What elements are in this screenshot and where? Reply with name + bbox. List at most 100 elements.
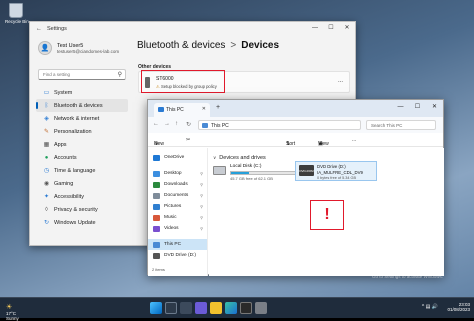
task-view-icon[interactable] (180, 302, 192, 314)
nav-pane-item-videos[interactable]: Videos ⚲ (148, 223, 207, 234)
more-options-button[interactable]: ... (338, 78, 343, 84)
pin-icon: ⚲ (200, 193, 203, 198)
tab-close-icon[interactable]: ✕ (202, 106, 206, 112)
recycle-bin-icon (9, 3, 23, 18)
globe-clock-icon: ◷ (43, 168, 50, 174)
sidebar-item-label: System (54, 89, 73, 96)
sidebar-item-accounts[interactable]: ● Accounts (36, 151, 128, 164)
refresh-button[interactable]: ↻ (186, 121, 191, 128)
maximize-button[interactable]: ☐ (323, 22, 339, 34)
weather-desc: Sunny (6, 316, 19, 321)
folder-icon (153, 214, 160, 221)
explorer-maximize-button[interactable]: ☐ (409, 100, 426, 114)
taskbar: ☀ 17°C Sunny ^ ▤ 🔊 23:03 01/08/2023 (0, 297, 474, 321)
content-pane: ∨ Devices and drives Local Disk (C:) 45.7… (209, 148, 444, 276)
sidebar-item-windows-update[interactable]: ↻ Windows Update (36, 216, 128, 229)
activation-watermark: Activate Windows Go to Settings to activ… (372, 267, 443, 279)
nav-pane-item-desktop[interactable]: Desktop ⚲ (148, 168, 207, 179)
explorer-minimize-button[interactable]: — (392, 100, 409, 114)
shield-icon: ◊ (45, 206, 48, 213)
tab-this-pc[interactable]: This PC ✕ (154, 103, 210, 117)
nav-pane-item-music[interactable]: Music ⚲ (148, 212, 207, 223)
sidebar-item-privacy-security[interactable]: ◊ Privacy & security (36, 203, 128, 216)
sidebar-item-bluetooth-devices[interactable]: ᛒ Bluetooth & devices (36, 99, 128, 112)
sidebar-item-label: Windows Update (54, 219, 96, 226)
nav-pane-item-onedrive[interactable]: OneDrive (148, 152, 207, 163)
clock-date: 01/08/2023 (447, 307, 470, 312)
back-arrow-icon[interactable]: ← (36, 26, 42, 32)
sidebar-item-system[interactable]: ▭ System (36, 86, 128, 99)
navigation-pane: OneDrive Desktop ⚲ Downloads ⚲ Documents ⚲ Pict… (148, 148, 208, 276)
store-icon[interactable] (240, 302, 252, 314)
exclamation-icon: ! (324, 206, 330, 223)
close-button[interactable]: ✕ (339, 22, 355, 34)
nav-pane-item-dvd-drive-d[interactable]: DVD Drive (D:) (148, 250, 207, 261)
nav-pane-label: Pictures (164, 204, 182, 209)
sidebar-item-label: Apps (54, 141, 67, 148)
command-bar: ⊕ New ✂ ⇅ Sort ▣ View ... (148, 133, 443, 147)
sidebar-item-personalization[interactable]: ✎ Personalization (36, 125, 128, 138)
teams-chat-icon[interactable] (195, 302, 207, 314)
sidebar-item-apps[interactable]: ▦ Apps (36, 138, 128, 151)
gamepad-icon: ◉ (43, 181, 50, 187)
breadcrumb: Bluetooth & devices > Devices (137, 40, 279, 51)
nav-pane-label: OneDrive (164, 155, 185, 160)
folder-icon (153, 192, 160, 199)
file-explorer-icon[interactable] (210, 302, 222, 314)
nav-pane-item-downloads[interactable]: Downloads ⚲ (148, 179, 207, 190)
up-button[interactable]: ↑ (175, 121, 178, 127)
explorer-search-placeholder: Search This PC (371, 123, 403, 128)
local-disk-c[interactable]: Local Disk (C:) 45.7 GB free of 62.1 GB (213, 164, 300, 182)
settings-gear-icon[interactable] (255, 302, 267, 314)
dvd-name: DVD Drive (D:) (317, 164, 346, 169)
start-icon[interactable] (150, 302, 162, 314)
search-icon: ⚲ (117, 72, 122, 78)
search-icon[interactable] (165, 302, 177, 314)
watermark-title: Activate Windows (372, 267, 416, 273)
dvd-drive-d[interactable]: DVD-ROM DVD Drive (D:) IA_MULFRE_CDL_DV9… (295, 161, 377, 181)
breadcrumb-parent[interactable]: Bluetooth & devices (137, 40, 225, 51)
forward-button[interactable]: → (164, 121, 170, 127)
back-button[interactable]: ← (153, 121, 159, 127)
find-setting-input[interactable]: Find a setting ⚲ (38, 69, 126, 80)
dvd-icon: DVD-ROM (299, 165, 314, 176)
weather-widget[interactable]: ☀ 17°C Sunny (6, 302, 19, 321)
system-tray-icons[interactable]: ^ ▤ 🔊 (422, 304, 438, 310)
user-profile[interactable]: 👤 Test User5 testuser5@ciandomes-lab.com (38, 41, 119, 55)
avatar-icon: 👤 (38, 41, 52, 55)
cut-button[interactable]: ✂ (186, 137, 190, 143)
edge-icon[interactable] (225, 302, 237, 314)
address-bar-row: ← → ↑ ↻ This PC Search This PC (148, 117, 443, 133)
more-commands-button[interactable]: ... (352, 137, 356, 143)
sidebar-item-label: Bluetooth & devices (54, 102, 103, 109)
pin-icon: ⚲ (200, 182, 203, 187)
address-input[interactable]: This PC (198, 120, 361, 130)
this-pc-icon (158, 107, 164, 112)
bluetooth-icon: ᛒ (44, 102, 49, 109)
new-tab-button[interactable]: + (216, 104, 220, 111)
sidebar-item-accessibility[interactable]: ✦ Accessibility (36, 190, 128, 203)
devices-drives-header[interactable]: ∨ Devices and drives (213, 155, 266, 161)
desktop-background: Recycle Bin ← Settings — ☐ ✕ 👤 Test User… (0, 0, 474, 321)
clock[interactable]: 23:03 01/08/2023 (447, 302, 470, 312)
nav-pane-item-documents[interactable]: Documents ⚲ (148, 190, 207, 201)
minimize-button[interactable]: — (307, 22, 323, 34)
find-setting-placeholder: Find a setting (43, 72, 71, 77)
sidebar-item-gaming[interactable]: ◉ Gaming (36, 177, 128, 190)
dvd-label: IA_MULFRE_CDL_DV9 (317, 170, 363, 175)
explorer-close-button[interactable]: ✕ (426, 100, 443, 114)
explorer-search-input[interactable]: Search This PC (366, 120, 436, 130)
drive-usage-fill (231, 172, 249, 174)
recycle-bin-shortcut[interactable]: Recycle Bin (5, 3, 29, 24)
warning-callout: ! (310, 200, 344, 230)
person-icon: ● (44, 154, 49, 161)
sidebar-item-time-language[interactable]: ◷ Time & language (36, 164, 128, 177)
update-icon: ↻ (43, 220, 50, 226)
nav-pane-item-pictures[interactable]: Pictures ⚲ (148, 201, 207, 212)
sidebar-item-network-internet[interactable]: ◈ Network & internet (36, 112, 128, 125)
nav-pane-label: Desktop (164, 171, 182, 176)
drive-usage-bar (230, 171, 300, 175)
nav-pane-item-this-pc[interactable]: This PC (148, 239, 207, 250)
settings-title: Settings (47, 26, 67, 32)
nav-pane-label: Videos (164, 226, 179, 231)
